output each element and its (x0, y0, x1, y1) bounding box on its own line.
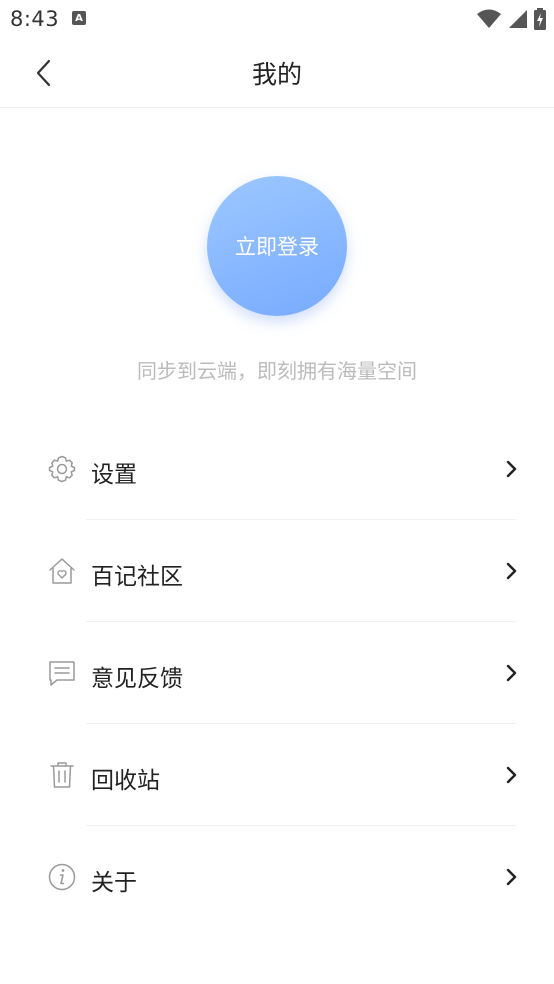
chevron-right-icon (506, 868, 517, 886)
profile-page: 8:43 A 我的 立即登录 同步到云端，即刻拥有海量空间 设置 百记社区 意见… (0, 0, 554, 984)
chevron-right-icon (506, 460, 517, 478)
menu-item-label: 设置 (91, 462, 137, 488)
message-icon (49, 661, 75, 686)
wifi-icon (477, 9, 501, 28)
trash-icon (50, 762, 74, 788)
status-indicators (476, 8, 546, 30)
menu-item-community[interactable]: 百记社区 (0, 520, 554, 622)
login-button-label: 立即登录 (235, 235, 319, 259)
signal-icon (509, 10, 527, 28)
menu-item-label: 意见反馈 (91, 666, 183, 692)
status-time: 8:43 (10, 7, 60, 31)
gear-icon (48, 455, 76, 483)
menu-item-settings[interactable]: 设置 (0, 418, 554, 520)
menu-item-about[interactable]: 关于 (0, 826, 554, 928)
menu-list: 设置 百记社区 意见反馈 回收站 关于 (0, 418, 554, 928)
login-button[interactable]: 立即登录 (207, 176, 347, 316)
menu-item-trash[interactable]: 回收站 (0, 724, 554, 826)
menu-item-label: 关于 (91, 870, 137, 896)
home-heart-icon (49, 558, 75, 584)
page-title: 我的 (251, 60, 302, 89)
info-icon (48, 863, 76, 891)
menu-item-feedback[interactable]: 意见反馈 (0, 622, 554, 724)
menu-item-label: 百记社区 (91, 564, 183, 590)
a-letter-icon: A (72, 11, 86, 25)
chevron-right-icon (506, 562, 517, 580)
menu-item-label: 回收站 (91, 768, 160, 794)
status-bar: 8:43 A (0, 0, 554, 38)
battery-charging-icon (534, 8, 546, 30)
chevron-right-icon (506, 766, 517, 784)
chevron-right-icon (506, 664, 517, 682)
top-app-bar: 我的 (0, 38, 554, 108)
login-subtitle: 同步到云端，即刻拥有海量空间 (137, 359, 417, 383)
